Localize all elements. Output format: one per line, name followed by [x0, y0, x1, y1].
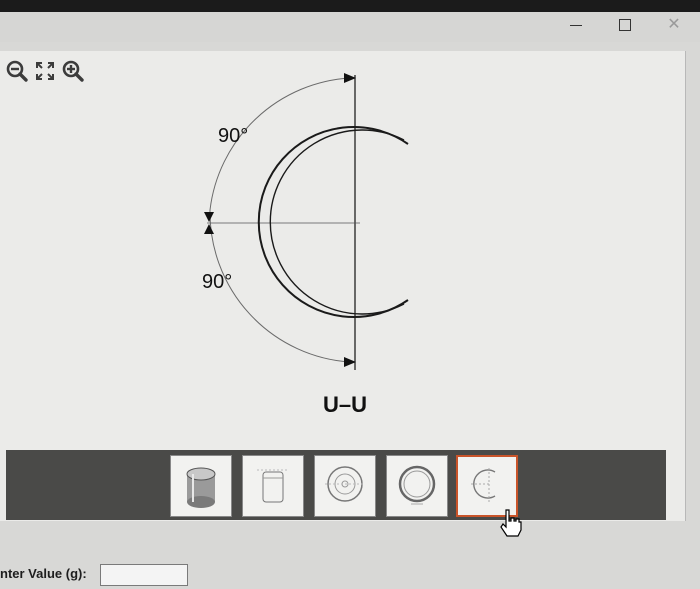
thumb-ring-front[interactable]	[314, 455, 376, 517]
minimize-button[interactable]	[558, 14, 594, 36]
thumb-ring-detail[interactable]	[386, 455, 448, 517]
maximize-icon	[619, 19, 631, 31]
value-label: nter Value (g):	[0, 566, 87, 581]
ring-detail-icon	[398, 465, 436, 505]
split-ring-inner	[269, 129, 405, 315]
zoom-in-icon	[62, 60, 84, 82]
cylinder-outline-icon	[257, 469, 289, 503]
close-icon: ✕	[667, 16, 681, 33]
split-ring-outer	[257, 126, 409, 318]
zoom-out-button[interactable]	[4, 58, 30, 84]
ring-front-icon	[325, 466, 365, 502]
cylinder-3d-icon	[186, 467, 216, 508]
arrow-bottom	[344, 357, 356, 367]
maximize-button[interactable]	[607, 14, 643, 36]
angle-bottom-label: 90°	[202, 271, 232, 293]
title-bar	[0, 12, 700, 42]
section-label: U–U	[323, 392, 367, 417]
zoom-toolbar	[4, 58, 86, 84]
section-u-u-icon	[471, 468, 496, 502]
hinge-marker-lower	[204, 224, 214, 234]
section-drawing: 90° 90° U–U	[202, 73, 409, 417]
value-input[interactable]	[100, 564, 188, 586]
angle-top-label: 90°	[218, 125, 248, 147]
thumb-cylinder-outline[interactable]	[242, 455, 304, 517]
dimension-arc	[209, 77, 351, 363]
close-button[interactable]: ✕	[656, 14, 692, 36]
hinge-marker-upper	[204, 212, 214, 222]
top-dark-edge	[0, 0, 700, 12]
zoom-in-button[interactable]	[60, 58, 86, 84]
thumb-cylinder-3d[interactable]	[170, 455, 232, 517]
zoom-out-icon	[6, 60, 28, 82]
fit-to-screen-icon	[36, 62, 54, 80]
fit-to-screen-button[interactable]	[32, 58, 58, 84]
arrow-top	[344, 73, 356, 83]
hand-cursor-icon	[500, 509, 522, 537]
minimize-icon	[570, 24, 582, 26]
